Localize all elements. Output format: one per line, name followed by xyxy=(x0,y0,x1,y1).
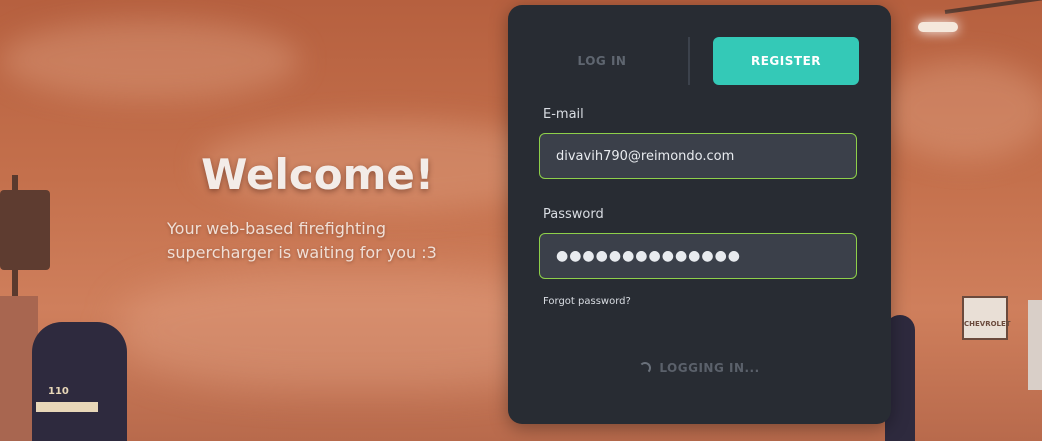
streetlamp-arm xyxy=(944,0,1042,14)
forgot-password-link[interactable]: Forgot password? xyxy=(543,296,631,307)
welcome-hero: Welcome! Your web-based firefighting sup… xyxy=(150,150,450,265)
cloud xyxy=(0,20,300,100)
reflective-stripe xyxy=(36,402,98,412)
traffic-light xyxy=(0,190,50,270)
tab-login[interactable]: LOG IN xyxy=(538,37,666,85)
tab-divider xyxy=(688,37,690,85)
cloud xyxy=(880,60,1042,160)
submit-button[interactable]: LOGGING IN... xyxy=(508,355,891,381)
email-field[interactable]: divavih790@reimondo.com xyxy=(539,133,857,179)
helmet-number: 110 xyxy=(48,386,69,397)
auth-tabs: LOG IN REGISTER xyxy=(508,37,891,85)
welcome-subtitle: Your web-based firefighting supercharger… xyxy=(167,219,437,262)
auth-panel: LOG IN REGISTER E-mail divavih790@reimon… xyxy=(508,5,891,424)
password-field[interactable]: ●●●●●●●●●●●●●● xyxy=(539,233,857,279)
tab-register[interactable]: REGISTER xyxy=(713,37,859,85)
streetlamp xyxy=(918,22,958,32)
sign xyxy=(1028,300,1042,390)
password-label: Password xyxy=(543,207,604,222)
loading-spinner-icon xyxy=(639,362,652,374)
billboard: CHEVROLET xyxy=(962,296,1011,340)
billboard-text: CHEVROLET xyxy=(964,320,1011,328)
firefighter-silhouette xyxy=(32,322,127,441)
welcome-title: Welcome! xyxy=(201,150,434,199)
submit-status: LOGGING IN... xyxy=(659,361,760,375)
email-label: E-mail xyxy=(543,107,584,122)
